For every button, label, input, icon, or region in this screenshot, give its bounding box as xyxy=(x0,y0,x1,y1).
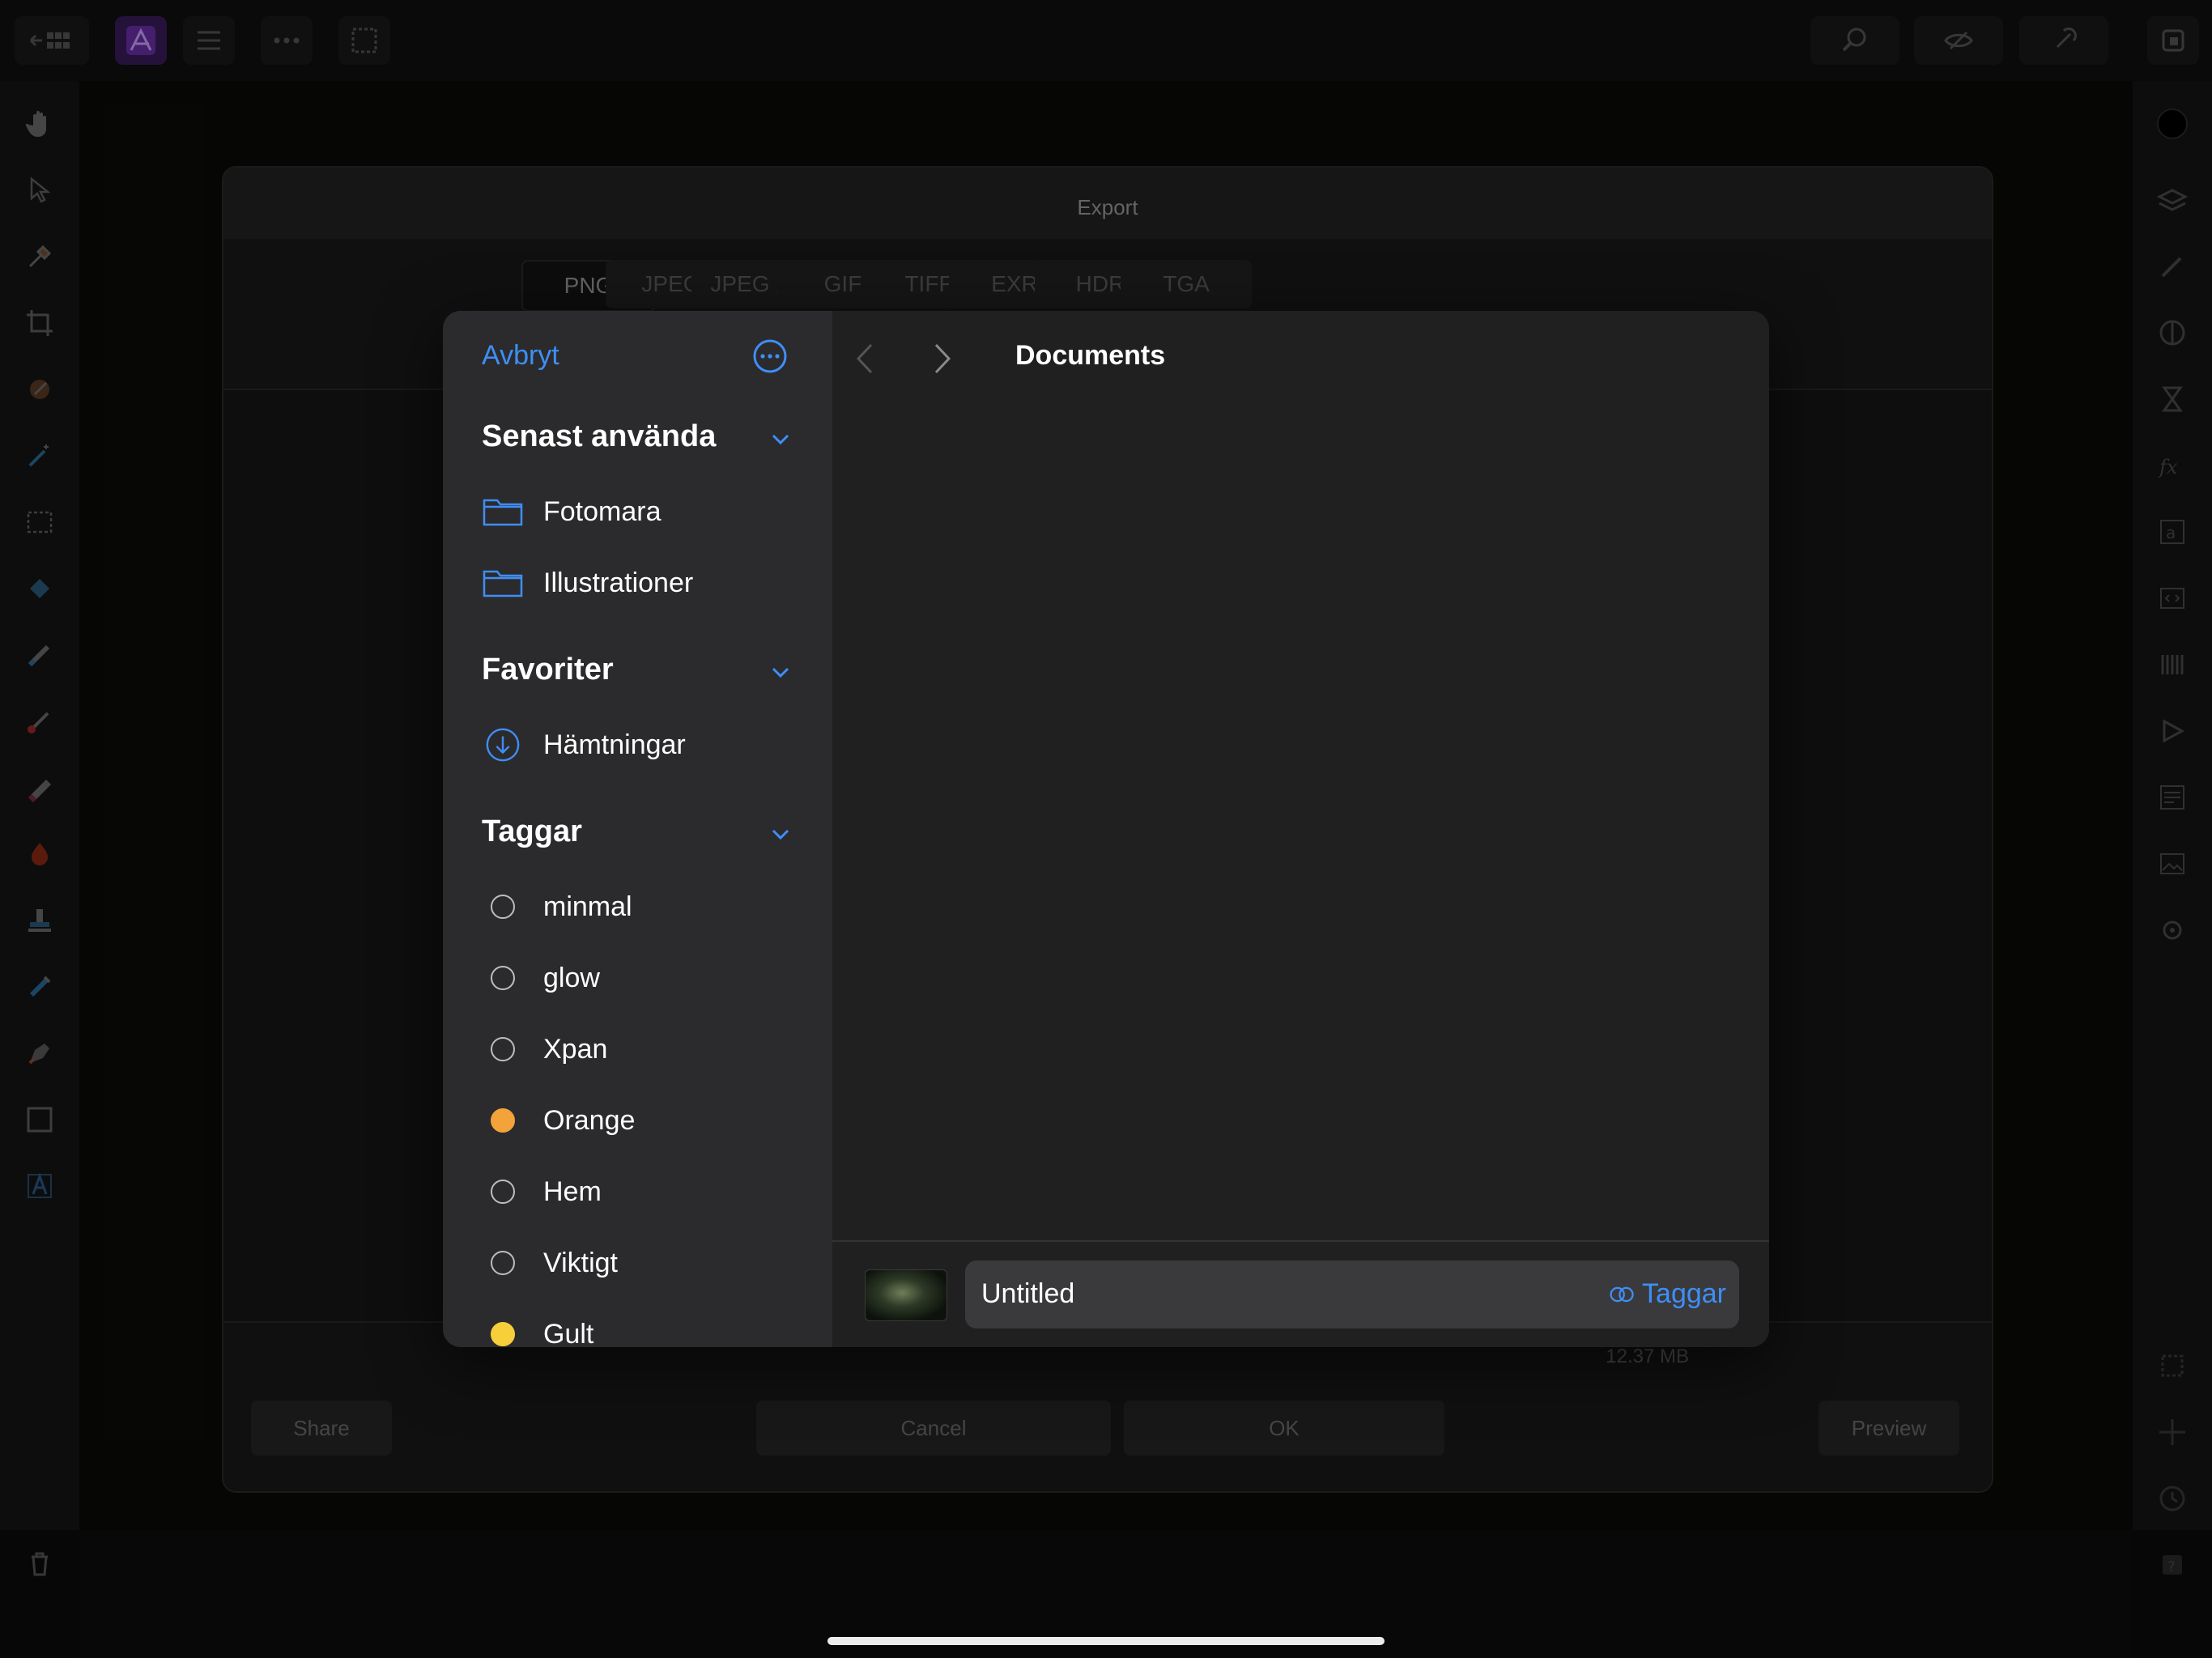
sidebar-item-label: Illustrationer xyxy=(543,567,694,598)
picker-sidebar: Avbryt Senast använda Fotomara Illustrat… xyxy=(443,311,832,1347)
chevron-left-icon[interactable] xyxy=(852,338,879,379)
section-title-tags: Taggar xyxy=(482,814,582,848)
sidebar-item-label: Fotomara xyxy=(543,495,661,527)
file-picker: Avbryt Senast använda Fotomara Illustrat… xyxy=(443,311,1769,1347)
tag-item[interactable]: Viktigt xyxy=(482,1240,618,1286)
tag-label: Orange xyxy=(543,1104,636,1136)
tags-button[interactable]: Taggar xyxy=(1608,1278,1726,1310)
tag-label: Hem xyxy=(543,1175,602,1207)
tag-label: minmal xyxy=(543,891,632,922)
tag-dot-icon xyxy=(491,1180,515,1204)
sidebar-item-fotomara[interactable]: Fotomara xyxy=(482,489,661,534)
sidebar-item-hamtningar[interactable]: Hämtningar xyxy=(482,722,686,767)
tag-item[interactable]: Orange xyxy=(482,1098,635,1143)
tag-label: Gult xyxy=(543,1318,594,1348)
section-title-favorites: Favoriter xyxy=(482,653,614,687)
home-indicator[interactable] xyxy=(827,1637,1385,1645)
location-title: Documents xyxy=(1015,340,1166,371)
tag-dot-icon xyxy=(491,1037,515,1061)
tag-label: Xpan xyxy=(543,1033,608,1065)
chevron-down-icon[interactable] xyxy=(768,661,793,685)
filename-value[interactable]: Untitled xyxy=(981,1278,1074,1310)
section-title-recents: Senast använda xyxy=(482,419,717,453)
download-icon xyxy=(482,724,524,766)
picker-content: Documents Untitled Taggar xyxy=(832,311,1769,1347)
sidebar-item-label: Hämtningar xyxy=(543,729,686,760)
picker-cancel-button[interactable]: Avbryt xyxy=(482,340,559,372)
tag-dot-icon xyxy=(491,895,515,919)
tag-dot-icon xyxy=(491,966,515,990)
divider xyxy=(832,1240,1769,1242)
tag-label: glow xyxy=(543,962,600,993)
folder-icon xyxy=(482,491,524,533)
chevron-down-icon[interactable] xyxy=(768,823,793,847)
tag-item[interactable]: glow xyxy=(482,955,600,1001)
folder-icon xyxy=(482,562,524,604)
tag-item[interactable]: Gult xyxy=(482,1312,593,1347)
document-thumbnail xyxy=(865,1269,947,1321)
tag-dot-yellow-icon xyxy=(491,1322,515,1346)
ellipsis-circle-icon[interactable] xyxy=(751,337,789,376)
tags-button-label: Taggar xyxy=(1642,1278,1726,1309)
tag-label: Viktigt xyxy=(543,1247,618,1278)
tag-dot-icon xyxy=(491,1251,515,1275)
sidebar-item-illustrationer[interactable]: Illustrationer xyxy=(482,560,693,606)
tag-dot-orange-icon xyxy=(491,1108,515,1133)
tag-item[interactable]: minmal xyxy=(482,884,632,929)
tag-item[interactable]: Hem xyxy=(482,1169,602,1214)
filename-field[interactable]: Untitled Taggar xyxy=(965,1261,1739,1329)
tag-item[interactable]: Xpan xyxy=(482,1027,607,1072)
chevron-right-icon[interactable] xyxy=(928,338,955,379)
chevron-down-icon[interactable] xyxy=(768,427,793,452)
tag-icon xyxy=(1610,1286,1634,1302)
